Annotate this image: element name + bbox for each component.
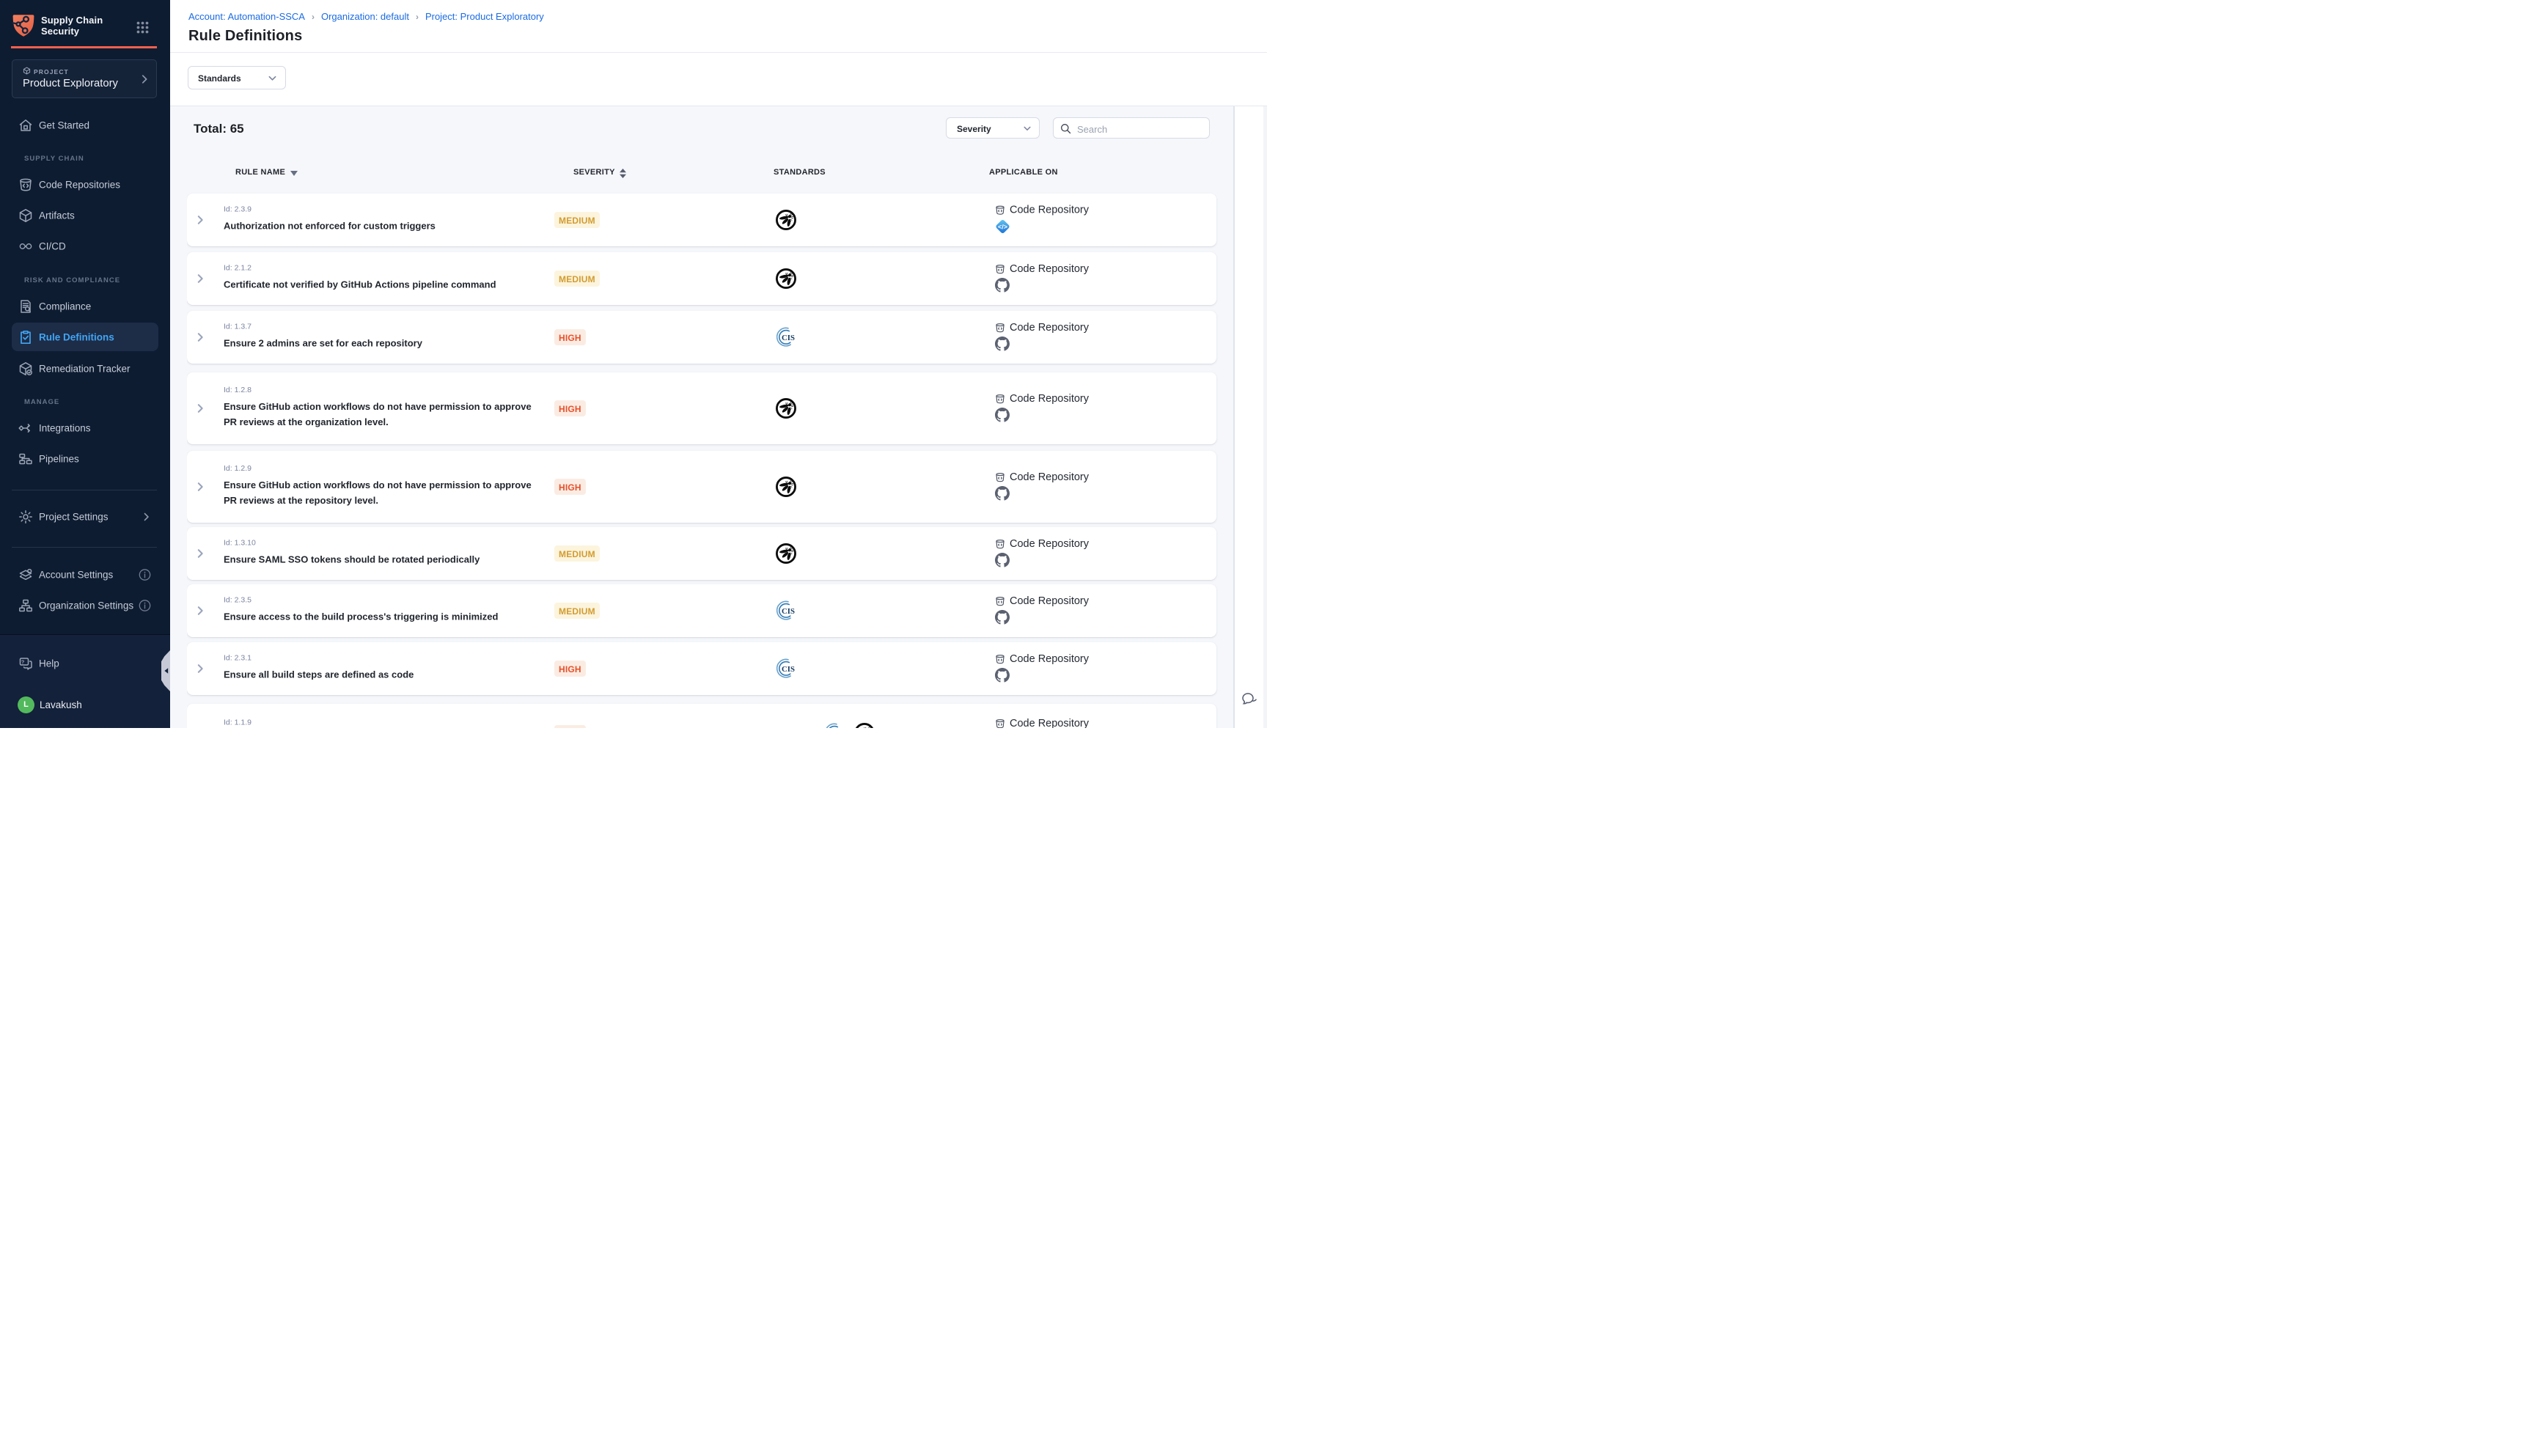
svg-text:?: ? <box>21 658 25 665</box>
svg-text:CIS: CIS <box>782 334 795 342</box>
svg-text:CIS: CIS <box>782 665 795 674</box>
svg-text:</>: </> <box>998 223 1007 230</box>
svg-text:CIS: CIS <box>782 607 795 616</box>
